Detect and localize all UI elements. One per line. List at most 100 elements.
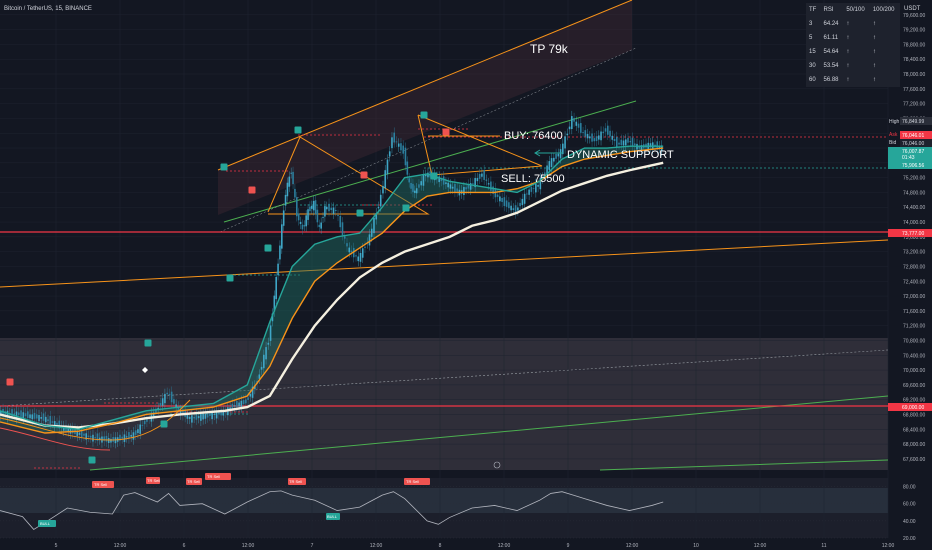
- candle: [373, 217, 375, 234]
- candle: [279, 245, 281, 260]
- candle: [476, 178, 479, 182]
- candle: [324, 206, 326, 217]
- row-tf: 3: [809, 21, 813, 27]
- candle: [402, 145, 405, 154]
- y-tick-label: 72,000.00: [903, 294, 925, 300]
- candle: [78, 432, 81, 435]
- x-tick-label: 7: [311, 543, 314, 549]
- candle: [557, 153, 560, 157]
- y-tick-label: 75,200.00: [903, 176, 925, 182]
- candle: [339, 215, 342, 228]
- y-tick-label: 78,800.00: [903, 42, 925, 48]
- candle: [305, 215, 307, 227]
- row-trend-arrow: ↑: [846, 77, 850, 83]
- buy-annotation: BUY: 76400: [504, 130, 563, 142]
- candle: [337, 214, 339, 216]
- y-tick-label: 69,200.00: [903, 398, 925, 404]
- candle: [123, 434, 126, 442]
- header-tf: TF: [809, 7, 817, 13]
- x-tick-label: 5: [55, 543, 58, 549]
- candle: [348, 247, 351, 253]
- y-tick-label: 67,600.00: [903, 457, 925, 463]
- chart-title: Bitcoin / TetherUS, 15, BINANCE: [4, 6, 92, 12]
- buy-signal-marker: [264, 244, 272, 252]
- candle: [355, 255, 357, 257]
- candle: [236, 401, 238, 408]
- candle: [483, 170, 485, 180]
- buy-signal-marker: [160, 420, 168, 428]
- candle: [312, 200, 315, 211]
- candle: [197, 416, 200, 419]
- candle: [611, 135, 614, 140]
- candle: [188, 416, 191, 419]
- svg-text:BULL: BULL: [327, 514, 338, 519]
- candle: [121, 436, 123, 439]
- candle: [521, 198, 524, 206]
- candle: [472, 183, 474, 185]
- candle: [107, 438, 110, 443]
- row-trend-arrow: ↑: [872, 63, 876, 69]
- candle: [631, 137, 634, 147]
- candle: [357, 256, 360, 262]
- x-tick-label: 12:00: [114, 543, 127, 549]
- candle: [624, 139, 627, 146]
- candle: [258, 374, 261, 379]
- candle: [397, 143, 400, 147]
- candle: [597, 135, 600, 140]
- candle: [618, 142, 620, 145]
- candle: [573, 118, 575, 122]
- candle: [478, 173, 481, 179]
- y-tick-label: 74,000.00: [903, 220, 925, 226]
- candle: [330, 207, 333, 211]
- candle: [393, 132, 396, 143]
- candle: [125, 436, 128, 438]
- candle: [310, 205, 313, 209]
- candle: [566, 133, 569, 136]
- candle: [604, 128, 607, 132]
- candle: [620, 139, 623, 146]
- candle: [35, 414, 38, 419]
- candle: [406, 161, 409, 175]
- row-rsi: 61.11: [823, 35, 839, 41]
- candle: [577, 123, 580, 128]
- candle: [391, 137, 393, 149]
- y-tick-label: 73,200.00: [903, 250, 925, 256]
- table-row: 15 54.64 ↑ ↑: [806, 45, 900, 59]
- candle: [532, 188, 535, 189]
- candle: [94, 437, 97, 438]
- buy-signal-marker: [220, 163, 228, 171]
- candle: [20, 410, 22, 417]
- currency-label: USDT: [904, 6, 921, 12]
- row-trend-arrow: ↑: [872, 49, 876, 55]
- candle: [456, 188, 458, 192]
- candle: [161, 398, 164, 406]
- candle: [128, 432, 130, 439]
- x-tick-label: 6: [183, 543, 186, 549]
- candle: [580, 123, 582, 133]
- candle: [204, 413, 207, 419]
- candle: [249, 393, 252, 397]
- price-chart[interactable]: 20.00 40.00 60.00 80.00 67,600.00 68,000.00 6…: [0, 0, 932, 550]
- candle: [247, 397, 249, 400]
- candle: [328, 203, 330, 212]
- candle: [505, 200, 508, 207]
- candle: [600, 131, 602, 141]
- candle: [487, 183, 490, 185]
- candle: [51, 421, 54, 423]
- candle: [418, 184, 420, 188]
- candle: [528, 189, 530, 195]
- candle: [318, 224, 321, 228]
- candle: [322, 217, 324, 218]
- candle: [595, 136, 598, 142]
- svg-text:75,906.56: 75,906.56: [902, 163, 924, 169]
- candle: [454, 183, 456, 192]
- candle: [260, 366, 263, 370]
- sell-signal-marker: [442, 128, 450, 136]
- candle: [364, 246, 366, 248]
- candle: [186, 414, 189, 419]
- row-rsi: 64.24: [823, 21, 839, 27]
- sell-signal-marker: [6, 378, 14, 386]
- x-tick-label: 9: [567, 543, 570, 549]
- candle: [332, 207, 335, 214]
- candle: [496, 194, 499, 197]
